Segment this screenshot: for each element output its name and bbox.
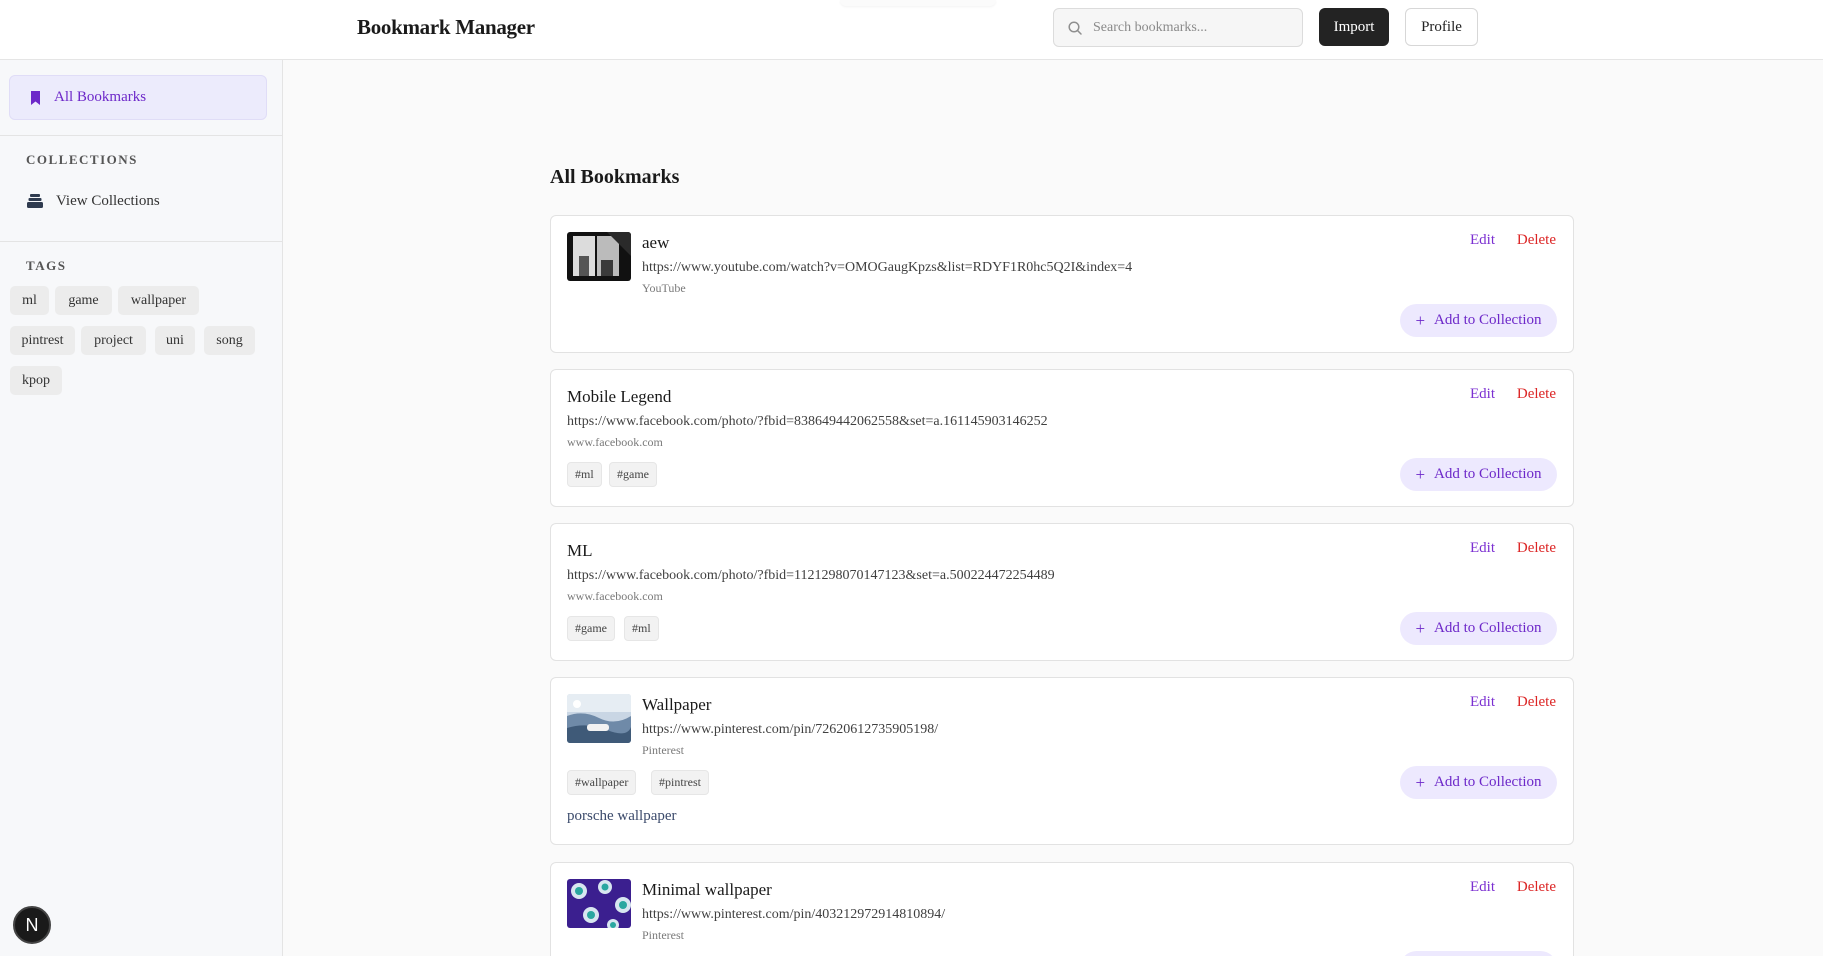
page-title: All Bookmarks: [550, 166, 680, 188]
tag-chip-game[interactable]: game: [55, 286, 112, 315]
tags-heading: TAGS: [26, 258, 67, 273]
top-header: Bookmark Manager Import Profile: [0, 0, 1823, 60]
tag-chip-wallpaper[interactable]: wallpaper: [118, 286, 199, 315]
bookmark-thumbnail: [567, 694, 631, 743]
edit-link[interactable]: Edit: [1470, 232, 1495, 249]
edit-link[interactable]: Edit: [1470, 879, 1495, 896]
add-to-collection-label: Add to Collection: [1434, 312, 1542, 328]
tag-chip-uni[interactable]: uni: [155, 326, 195, 355]
add-to-collection-button[interactable]: + Add to Collection: [1400, 458, 1557, 491]
add-to-collection-button[interactable]: + Add to Collection: [1400, 766, 1557, 799]
add-to-collection-button[interactable]: + Add to Collection: [1400, 304, 1557, 337]
bookmark-card: Minimal wallpaper https://www.pinterest.…: [550, 862, 1574, 956]
bookmark-tag[interactable]: #ml: [567, 462, 602, 487]
collections-stack-icon: [27, 193, 43, 209]
bookmark-title[interactable]: Mobile Legend: [567, 387, 671, 407]
plus-icon: +: [1415, 772, 1426, 792]
delete-link[interactable]: Delete: [1517, 694, 1556, 711]
bookmark-thumbnail: [567, 879, 631, 928]
edit-link[interactable]: Edit: [1470, 386, 1495, 403]
app-title: Bookmark Manager: [357, 15, 535, 39]
delete-link[interactable]: Delete: [1517, 879, 1556, 896]
profile-button[interactable]: Profile: [1405, 8, 1478, 46]
bookmark-source: Pinterest: [642, 743, 684, 757]
add-to-collection-button[interactable]: + Add to Collection: [1400, 612, 1557, 645]
bookmark-note: porsche wallpaper: [567, 808, 677, 824]
tag-chip-song[interactable]: song: [204, 326, 255, 355]
bookmark-source: www.facebook.com: [567, 435, 663, 449]
tag-chip-project[interactable]: project: [81, 326, 146, 355]
plus-icon: +: [1415, 618, 1426, 638]
bookmark-source: Pinterest: [642, 928, 684, 942]
delete-link[interactable]: Delete: [1517, 232, 1556, 249]
sidebar-item-label: All Bookmarks: [54, 89, 147, 105]
bookmark-card: Wallpaper https://www.pinterest.com/pin/…: [550, 677, 1574, 845]
bookmark-url[interactable]: https://www.youtube.com/watch?v=OMOGaugK…: [642, 260, 1132, 276]
add-to-collection-button[interactable]: +Add to Collection: [1400, 951, 1557, 956]
tag-chip-ml[interactable]: ml: [10, 286, 49, 315]
plus-icon: +: [1415, 310, 1426, 330]
sidebar-divider: [0, 241, 283, 242]
add-to-collection-label: Add to Collection: [1434, 466, 1542, 482]
edit-link[interactable]: Edit: [1470, 694, 1495, 711]
import-button[interactable]: Import: [1319, 8, 1389, 46]
bookmark-title[interactable]: Minimal wallpaper: [642, 880, 772, 900]
bookmark-url[interactable]: https://www.pinterest.com/pin/7262061273…: [642, 722, 938, 738]
tag-chip-kpop[interactable]: kpop: [10, 366, 62, 395]
bookmark-tag[interactable]: #game: [609, 462, 657, 487]
sidebar: All Bookmarks COLLECTIONS View Collectio…: [0, 60, 283, 956]
bookmark-source: www.facebook.com: [567, 589, 663, 603]
bookmark-source: YouTube: [642, 281, 686, 295]
sidebar-item-all-bookmarks[interactable]: All Bookmarks: [9, 75, 267, 120]
add-to-collection-label: Add to Collection: [1434, 774, 1542, 790]
search-box[interactable]: [1053, 8, 1303, 47]
bookmark-url[interactable]: https://www.pinterest.com/pin/4032129729…: [642, 907, 945, 923]
bookmark-url[interactable]: https://www.facebook.com/photo/?fbid=838…: [567, 414, 1048, 430]
bookmark-card: aew https://www.youtube.com/watch?v=OMOG…: [550, 215, 1574, 353]
edit-link[interactable]: Edit: [1470, 540, 1495, 557]
bookmark-tag[interactable]: #wallpaper: [567, 770, 637, 795]
dev-tools-badge[interactable]: N: [13, 906, 51, 944]
bookmark-thumbnail: [567, 232, 631, 281]
bookmark-tag[interactable]: #pintrest: [651, 770, 709, 795]
sidebar-item-view-collections[interactable]: View Collections: [27, 189, 160, 213]
tag-chip-pintrest[interactable]: pintrest: [10, 326, 75, 355]
bookmark-url[interactable]: https://www.facebook.com/photo/?fbid=112…: [567, 568, 1055, 584]
bookmark-card: ML https://www.facebook.com/photo/?fbid=…: [550, 523, 1574, 661]
collections-heading: COLLECTIONS: [26, 152, 138, 167]
bookmark-card: Mobile Legend https://www.facebook.com/p…: [550, 369, 1574, 507]
bookmark-tag[interactable]: #game: [567, 616, 615, 641]
bookmark-title[interactable]: aew: [642, 233, 669, 253]
search-icon: [1067, 20, 1083, 36]
search-input[interactable]: [1093, 19, 1293, 36]
sidebar-divider: [0, 135, 283, 136]
bookmark-title[interactable]: Wallpaper: [642, 695, 711, 715]
header-decoration: [840, 0, 996, 6]
bookmark-title[interactable]: ML: [567, 541, 593, 561]
bookmark-tag[interactable]: #ml: [624, 616, 659, 641]
delete-link[interactable]: Delete: [1517, 540, 1556, 557]
add-to-collection-label: Add to Collection: [1434, 620, 1542, 636]
sidebar-item-label: View Collections: [56, 192, 160, 209]
plus-icon: +: [1415, 464, 1426, 484]
delete-link[interactable]: Delete: [1517, 386, 1556, 403]
bookmark-icon: [30, 90, 41, 105]
